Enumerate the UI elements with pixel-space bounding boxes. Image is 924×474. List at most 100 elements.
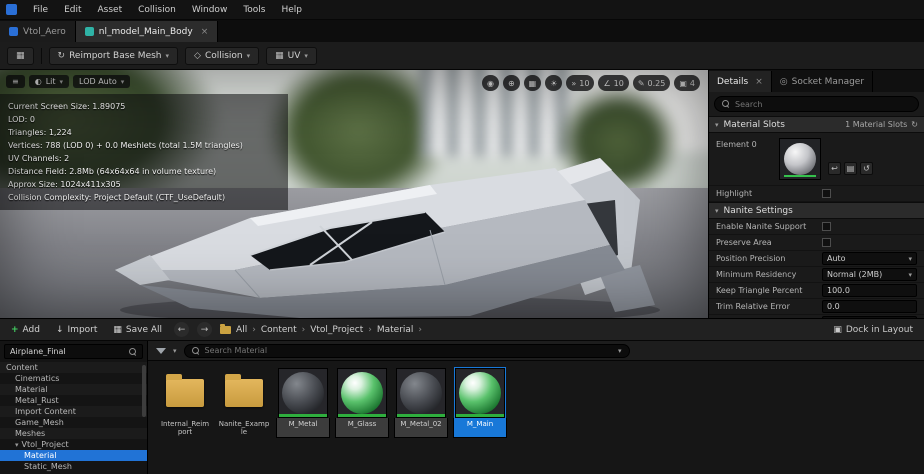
tree-item-static-mesh[interactable]: Static_Mesh <box>0 461 147 472</box>
camera-speed-button[interactable]: » 10 <box>566 75 595 91</box>
folder-tile-internal-reimport[interactable]: Internal_Reimport <box>158 368 212 438</box>
chevron-down-icon[interactable]: ▾ <box>173 347 177 355</box>
preview-value: 4 <box>689 78 695 88</box>
tree-item-import-content[interactable]: Import Content <box>0 406 147 417</box>
preview-scene-button[interactable]: ▣ 4 <box>674 75 700 91</box>
dropdown-value: Auto <box>827 254 846 263</box>
snap-angle-button[interactable]: ∠ 10 <box>598 75 629 91</box>
add-button[interactable]: + Add <box>7 323 44 337</box>
stat-line: UV Channels: 2 <box>8 154 70 163</box>
property-label: Position Precision <box>716 254 786 263</box>
filter-funnel-icon[interactable] <box>156 347 166 354</box>
save-all-button[interactable]: ▦ Save All <box>109 323 166 337</box>
menu-window[interactable]: Window <box>184 3 236 17</box>
tree-item-material[interactable]: Material <box>0 384 147 395</box>
breadcrumb-vtol-project[interactable]: Vtol_Project <box>310 325 363 335</box>
tree-item-content[interactable]: Content <box>0 362 147 373</box>
forward-button[interactable]: → <box>197 322 213 337</box>
menu-help[interactable]: Help <box>273 3 310 17</box>
uv-dropdown-button[interactable]: ▦ UV ▾ <box>266 46 317 65</box>
close-icon[interactable]: × <box>755 77 763 87</box>
toolbar-separator <box>40 47 42 64</box>
path-filter-input[interactable] <box>10 347 125 356</box>
viewport-options: ≡ ◐ Lit ▾ LOD Auto ▾ <box>6 75 131 88</box>
socket-icon: ◎ <box>779 76 788 87</box>
cycle-icon[interactable]: ↻ <box>911 120 918 129</box>
tab-static-mesh-editor[interactable]: nl_model_Main_Body × <box>75 21 219 42</box>
save-button[interactable]: ▦ <box>7 46 34 65</box>
menu-collision[interactable]: Collision <box>130 3 184 17</box>
asset-search-input[interactable] <box>204 346 613 355</box>
sun-icon: ☀ <box>550 78 558 88</box>
exposure-button[interactable]: ✎ 0.25 <box>632 75 671 91</box>
chevron-down-icon: ▾ <box>165 51 170 60</box>
tree-scrollbar[interactable] <box>142 365 146 417</box>
breadcrumb-separator-icon: › <box>418 324 423 335</box>
keep-triangle-percent-field[interactable]: 100.0 <box>822 284 917 297</box>
search-icon <box>722 100 730 108</box>
breadcrumb-material[interactable]: Material <box>377 325 414 335</box>
tree-item-game-mesh[interactable]: Game_Mesh <box>0 417 147 428</box>
minimum-residency-dropdown[interactable]: Normal (2MB) ▾ <box>822 268 917 281</box>
nanite-settings-header[interactable]: ▾ Nanite Settings <box>709 202 924 219</box>
details-search-input[interactable] <box>735 99 911 109</box>
dock-in-layout-button[interactable]: ▣ Dock in Layout <box>833 325 917 335</box>
breadcrumb-content[interactable]: Content <box>261 325 297 335</box>
lit-mode-icon: ◐ <box>34 77 42 86</box>
browse-to-asset-button[interactable]: ▤ <box>844 162 857 175</box>
stat-line: Current Screen Size: 1.89075 <box>8 102 126 111</box>
details-search-box[interactable] <box>714 96 919 112</box>
highlight-checkbox[interactable] <box>822 189 831 198</box>
reimport-label: Reimport Base Mesh <box>69 50 162 61</box>
folder-tile-nanite-example[interactable]: Nanite_Example <box>217 368 271 438</box>
save-all-icon: ▦ <box>113 324 122 335</box>
asset-tile-m-glass[interactable]: M_Glass <box>335 368 389 438</box>
camera-icon-button[interactable]: ◉ <box>481 75 499 91</box>
tree-item-vtol-project[interactable]: ▾ Vtol_Project <box>0 439 147 450</box>
import-button[interactable]: ↓ Import <box>52 323 101 337</box>
material-slots-header[interactable]: ▾ Material Slots 1 Material Slots ↻ <box>709 116 924 133</box>
viewport-menu-button[interactable]: ≡ <box>6 75 25 88</box>
trim-relative-error-field[interactable]: 0.0 <box>822 300 917 313</box>
use-selected-asset-button[interactable]: ↩ <box>828 162 841 175</box>
lod-auto-button[interactable]: LOD Auto ▾ <box>73 75 131 88</box>
back-button[interactable]: ← <box>174 322 190 337</box>
tab-socket-manager[interactable]: ◎ Socket Manager <box>772 71 874 92</box>
enable-nanite-checkbox[interactable] <box>822 222 831 231</box>
asset-tile-m-metal-02[interactable]: M_Metal_02 <box>394 368 448 438</box>
menu-file[interactable]: File <box>25 3 56 17</box>
menu-tools[interactable]: Tools <box>235 3 273 17</box>
grid-icon-button[interactable]: ▦ <box>523 75 542 91</box>
tab-details[interactable]: Details × <box>709 71 772 92</box>
breadcrumb-all[interactable]: All <box>236 325 247 335</box>
collision-dropdown-button[interactable]: ◇ Collision ▾ <box>185 46 260 65</box>
position-precision-dropdown[interactable]: Auto ▾ <box>822 252 917 265</box>
browse-icon: ▤ <box>846 164 855 173</box>
close-tab-icon[interactable]: × <box>201 27 209 37</box>
asset-tile-m-metal[interactable]: M_Metal <box>276 368 330 438</box>
tree-item-label: Meshes <box>15 429 46 438</box>
world-icon: ⊕ <box>507 78 515 88</box>
tree-item-meshes[interactable]: Meshes <box>0 428 147 439</box>
tab-vtol-aero[interactable]: Vtol_Aero <box>0 21 76 42</box>
preserve-area-checkbox[interactable] <box>822 238 831 247</box>
menu-asset[interactable]: Asset <box>90 3 131 17</box>
tree-item-metal-rust[interactable]: Metal_Rust <box>0 395 147 406</box>
view-mode-button[interactable]: ◐ Lit ▾ <box>28 75 70 88</box>
reset-material-button[interactable]: ↺ <box>860 162 873 175</box>
asset-tile-m-main-selected[interactable]: M_Main <box>453 367 507 438</box>
lighting-icon-button[interactable]: ☀ <box>545 75 563 91</box>
3d-viewport[interactable]: ≡ ◐ Lit ▾ LOD Auto ▾ ◉ ⊕ ▦ ☀ » 10 ∠ 10 ✎… <box>0 70 708 318</box>
menu-edit[interactable]: Edit <box>56 3 89 17</box>
reimport-base-mesh-button[interactable]: ↻ Reimport Base Mesh ▾ <box>48 46 179 65</box>
material-thumbnail[interactable] <box>779 138 821 180</box>
path-filter-box[interactable] <box>4 344 143 359</box>
tree-item-label: Import Content <box>15 407 76 416</box>
tree-item-material-selected[interactable]: Material <box>0 450 147 461</box>
dock-label: Dock in Layout <box>845 324 913 335</box>
asset-search-box[interactable]: ▾ <box>183 343 630 358</box>
expand-arrow-icon[interactable]: ▾ <box>15 441 19 449</box>
chevron-down-icon[interactable]: ▾ <box>618 347 622 355</box>
tree-item-cinematics[interactable]: Cinematics <box>0 373 147 384</box>
world-icon-button[interactable]: ⊕ <box>502 75 520 91</box>
